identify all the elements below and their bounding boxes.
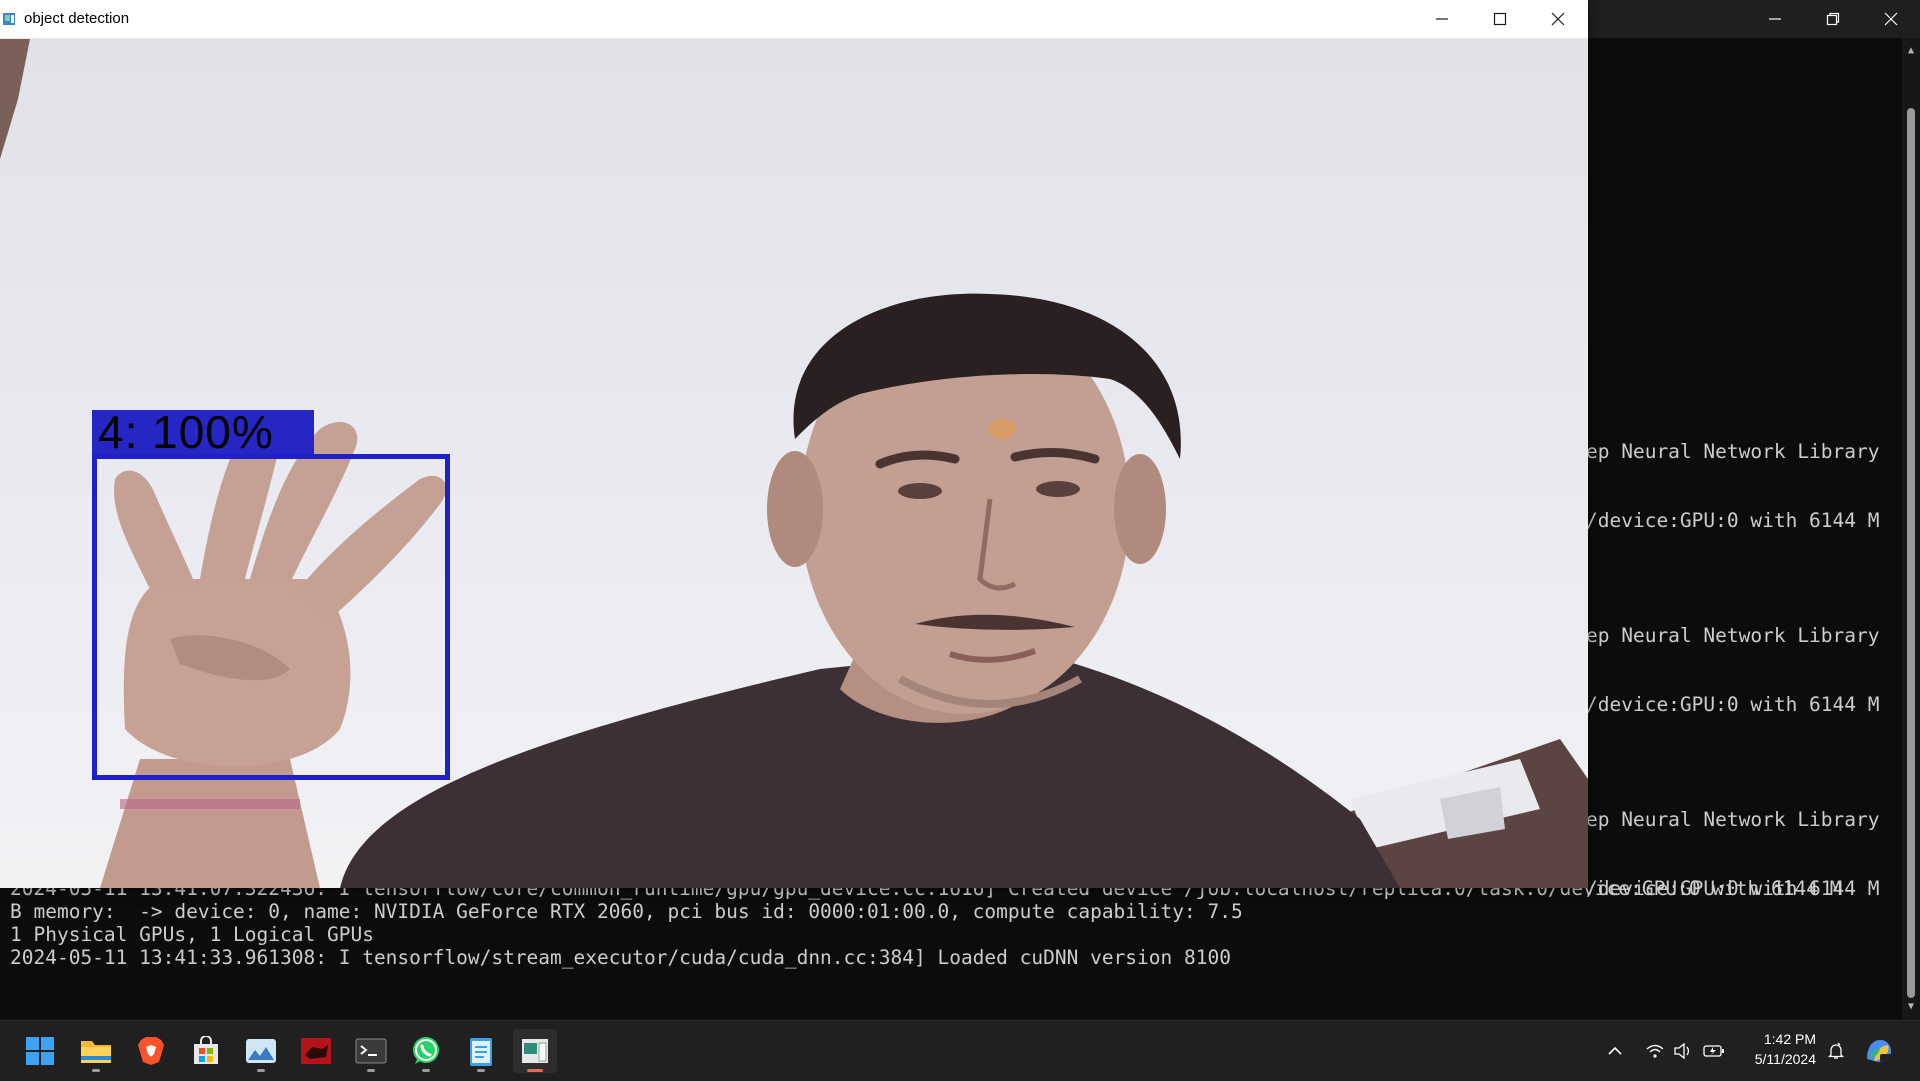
taskbar-clock[interactable]: 1:42 PM 5/11/2024 <box>1740 1029 1816 1069</box>
window-titlebar[interactable]: object detection <box>0 0 1588 39</box>
terminal-line: /device:GPU:0 with 6144 M <box>1586 509 1880 532</box>
app-icon <box>3 13 15 25</box>
terminal-line: /device:GPU:0 with 6144 M <box>1586 693 1880 716</box>
start-button[interactable] <box>18 1029 62 1073</box>
taskbar-notepad[interactable] <box>459 1029 503 1073</box>
taskbar-brave[interactable] <box>129 1029 173 1073</box>
brave-browser-icon <box>138 1037 164 1065</box>
minimize-icon <box>1436 18 1448 20</box>
running-indicator <box>92 1069 100 1072</box>
scroll-up-icon[interactable]: ▲ <box>1906 46 1916 56</box>
detection-label: 4: 100% <box>98 406 274 458</box>
game-app-icon <box>301 1038 331 1064</box>
frame-edge <box>0 39 30 159</box>
wifi-button[interactable] <box>1642 1021 1668 1081</box>
window-title: object detection <box>24 10 130 27</box>
close-icon <box>1551 12 1565 26</box>
wifi-icon <box>1646 1044 1664 1058</box>
taskbar-whatsapp[interactable] <box>404 1029 448 1073</box>
running-indicator <box>367 1069 375 1072</box>
running-indicator <box>422 1069 430 1072</box>
terminal-line: ep Neural Network Library <box>1586 624 1880 647</box>
close-icon <box>1884 12 1898 26</box>
chevron-up-icon <box>1608 1046 1622 1055</box>
terminal-icon <box>355 1038 387 1064</box>
running-indicator <box>477 1069 485 1072</box>
copilot-button[interactable] <box>1862 1021 1896 1081</box>
clock-time: 1:42 PM <box>1763 1031 1816 1047</box>
terminal-minimize-button[interactable] <box>1746 0 1804 38</box>
terminal-line: 1 Physical GPUs, 1 Logical GPUs <box>10 923 374 946</box>
scrollbar-thumb[interactable] <box>1907 108 1915 998</box>
terminal-line: ep Neural Network Library <box>1586 808 1880 831</box>
terminal-restore-button[interactable] <box>1804 0 1862 38</box>
maximize-icon <box>1493 12 1507 26</box>
object-detection-window[interactable]: object detection 4: 100% <box>0 0 1588 888</box>
minimize-button[interactable] <box>1413 0 1471 38</box>
scroll-down-icon[interactable]: ▼ <box>1906 1002 1916 1012</box>
camera-feed: 4: 100% <box>0 39 1588 888</box>
taskbar-photos[interactable] <box>239 1029 283 1073</box>
terminal-line: ep Neural Network Library <box>1586 440 1880 463</box>
detection-bounding-box <box>92 454 450 780</box>
volume-button[interactable] <box>1670 1021 1696 1081</box>
battery-button[interactable] <box>1700 1021 1728 1081</box>
taskbar-object-detection[interactable] <box>513 1029 557 1073</box>
file-explorer-icon <box>81 1041 111 1063</box>
volume-icon <box>1674 1043 1690 1059</box>
photos-icon <box>246 1039 276 1063</box>
taskbar-game-app[interactable] <box>294 1029 338 1073</box>
restore-icon <box>1826 12 1840 26</box>
terminal-close-button[interactable] <box>1862 0 1920 38</box>
terminal-line: B memory: -> device: 0, name: NVIDIA GeF… <box>10 900 1243 923</box>
microsoft-store-icon <box>194 1036 218 1064</box>
taskbar-terminal[interactable] <box>349 1029 393 1073</box>
taskbar: 1:42 PM 5/11/2024 <box>0 1020 1920 1081</box>
minimize-icon <box>1769 18 1781 20</box>
taskbar-file-explorer[interactable] <box>74 1029 118 1073</box>
battery-charging-icon <box>1703 1045 1724 1057</box>
start-icon <box>26 1037 54 1065</box>
running-indicator <box>257 1069 265 1072</box>
notification-bell-icon <box>1827 1042 1845 1059</box>
terminal-line: 2024-05-11 13:41:33.961308: I tensorflow… <box>10 946 1231 969</box>
copilot-icon <box>1867 1040 1892 1062</box>
object-detection-app-icon <box>522 1039 548 1063</box>
show-hidden-icons-button[interactable] <box>1600 1021 1630 1081</box>
notifications-button[interactable] <box>1824 1021 1848 1081</box>
maximize-button[interactable] <box>1471 0 1529 38</box>
running-indicator <box>527 1069 543 1072</box>
close-button[interactable] <box>1529 0 1587 38</box>
whatsapp-icon <box>413 1037 439 1064</box>
terminal-scrollbar[interactable]: ▲ ▼ <box>1902 38 1920 1020</box>
notepad-icon <box>470 1038 492 1066</box>
taskbar-store[interactable] <box>184 1029 228 1073</box>
clock-date: 5/11/2024 <box>1754 1051 1816 1067</box>
